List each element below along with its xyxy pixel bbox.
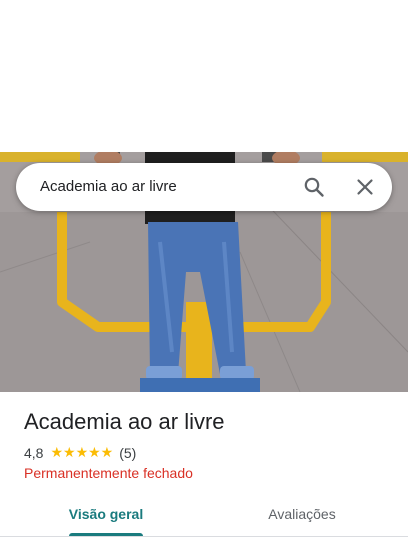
search-bar[interactable]: Academia ao ar livre [16,163,392,211]
place-info: Academia ao ar livre 4,8 ★★★★★ (5) Perma… [24,408,394,481]
rating-row[interactable]: 4,8 ★★★★★ (5) [24,444,394,461]
tab-bar: Visão geral Avaliações [0,494,408,537]
star-rating-icon: ★★★★★ [50,444,114,460]
review-count[interactable]: (5) [119,445,136,461]
status-badge: Permanentemente fechado [24,465,193,481]
search-icon[interactable] [302,175,326,199]
tab-divider [0,536,408,537]
place-title: Academia ao ar livre [24,409,225,434]
rating-value: 4,8 [24,444,44,461]
close-icon[interactable] [353,175,377,199]
tab-overview[interactable]: Visão geral [0,494,212,536]
search-query[interactable]: Academia ao ar livre [40,163,177,211]
tab-reviews[interactable]: Avaliações [196,494,408,536]
